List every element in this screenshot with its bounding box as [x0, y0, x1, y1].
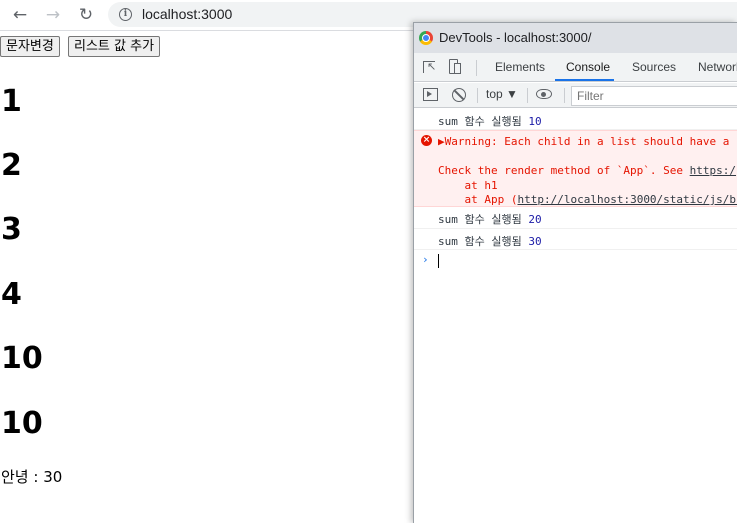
- tab-elements[interactable]: Elements: [495, 60, 545, 74]
- url-text[interactable]: localhost:3000: [142, 6, 232, 22]
- page-content: 문자변경 리스트 값 추가 1 2 3 4 10 10 안녕 : 30: [0, 33, 414, 523]
- list-heading-4: 4: [1, 277, 22, 312]
- devtools-window: DevTools - localhost:3000/ Elements Cons…: [413, 22, 737, 523]
- console-toolbar: top ▼: [414, 83, 737, 108]
- tab-console[interactable]: Console: [566, 60, 610, 74]
- list-heading-5: 10: [1, 341, 43, 376]
- devtools-titlebar: DevTools - localhost:3000/: [414, 23, 737, 53]
- console-log-message: sum 함수 실행됨 20: [414, 207, 737, 229]
- context-selector[interactable]: top ▼: [486, 87, 518, 101]
- active-tab-indicator: [555, 79, 614, 81]
- inspect-element-icon[interactable]: [423, 60, 436, 73]
- source-link[interactable]: http://localhost:3000/static/js/bu: [517, 193, 737, 206]
- show-sidebar-icon[interactable]: [423, 88, 438, 101]
- docs-link[interactable]: https:/: [690, 164, 736, 177]
- device-toolbar-icon[interactable]: [449, 59, 461, 74]
- error-icon: ×: [421, 135, 432, 146]
- live-expression-eye-icon[interactable]: [536, 89, 552, 99]
- console-error-message[interactable]: × ▶Warning: Each child in a list should …: [414, 130, 737, 207]
- console-input-cursor[interactable]: [438, 254, 439, 268]
- console-output: sum 함수 실행됨 10 × ▶Warning: Each child in …: [414, 109, 737, 523]
- list-heading-3: 3: [1, 212, 22, 247]
- add-list-value-button[interactable]: 리스트 값 추가: [68, 36, 161, 57]
- list-heading-1: 1: [1, 84, 22, 119]
- greeting-text: 안녕 : 30: [1, 468, 63, 486]
- chrome-logo-icon: [419, 31, 433, 45]
- console-log-message: sum 함수 실행됨 10: [414, 109, 737, 130]
- tab-network[interactable]: Network: [698, 60, 737, 74]
- sum-heading: 10: [1, 406, 43, 441]
- back-arrow-icon[interactable]: ←: [9, 5, 31, 25]
- reload-icon[interactable]: ↻: [75, 5, 97, 25]
- console-prompt-icon: ›: [422, 253, 429, 266]
- tab-separator: [476, 60, 477, 76]
- forward-arrow-icon[interactable]: →: [42, 5, 64, 25]
- toolbar-separator: [527, 88, 528, 103]
- change-text-button[interactable]: 문자변경: [0, 36, 60, 57]
- console-filter-input[interactable]: [571, 86, 737, 106]
- console-log-message: sum 함수 실행됨 30: [414, 229, 737, 250]
- toolbar-separator: [564, 88, 565, 103]
- devtools-tab-bar: Elements Console Sources Network: [414, 53, 737, 82]
- clear-console-icon[interactable]: [452, 88, 466, 102]
- list-heading-2: 2: [1, 148, 22, 183]
- toolbar-separator: [477, 88, 478, 103]
- tab-sources[interactable]: Sources: [632, 60, 676, 74]
- info-icon[interactable]: i: [119, 8, 132, 21]
- devtools-title: DevTools - localhost:3000/: [439, 30, 592, 45]
